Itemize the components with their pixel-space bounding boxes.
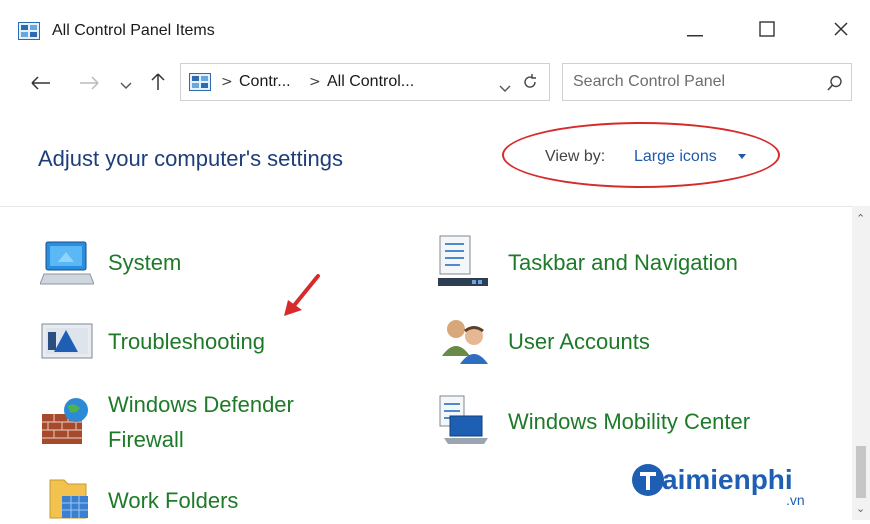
user-accounts-icon <box>438 316 492 370</box>
breadcrumb-all-items[interactable]: All Control... <box>327 73 414 91</box>
item-work-folders-label[interactable]: Work Folders <box>108 484 238 518</box>
item-system-label[interactable]: System <box>108 246 181 280</box>
firewall-icon <box>40 396 94 450</box>
annotation-arrow-icon <box>282 272 322 322</box>
dropdown-chevron-icon[interactable] <box>499 78 511 97</box>
system-icon <box>39 240 95 290</box>
title-bar: All Control Panel Items <box>0 0 870 60</box>
back-arrow-icon <box>31 75 51 94</box>
address-bar[interactable]: > Contr... > All Control... <box>180 63 550 101</box>
scroll-down-icon[interactable]: ⌄ <box>856 502 865 515</box>
breadcrumb-separator: > <box>309 74 321 90</box>
maximize-icon <box>759 21 775 41</box>
search-icon[interactable] <box>827 75 843 95</box>
refresh-icon[interactable] <box>521 73 539 95</box>
item-troubleshooting-label[interactable]: Troubleshooting <box>108 325 265 359</box>
item-mobility-center-label[interactable]: Windows Mobility Center <box>508 405 750 439</box>
mobility-center-icon <box>436 394 490 450</box>
breadcrumb-separator: > <box>221 74 233 90</box>
breadcrumb-control-panel[interactable]: Contr... <box>239 73 291 91</box>
minimize-button[interactable] <box>680 18 710 44</box>
highlight-ellipse <box>502 122 780 188</box>
taskbar-icon <box>436 234 490 292</box>
watermark-brand: aimienphi <box>662 464 793 495</box>
divider <box>0 206 852 207</box>
troubleshooting-icon <box>40 320 94 366</box>
item-taskbar-label[interactable]: Taskbar and Navigation <box>508 246 738 280</box>
item-user-accounts-label[interactable]: User Accounts <box>508 325 650 359</box>
forward-arrow-icon <box>79 75 99 94</box>
forward-button[interactable] <box>76 72 102 96</box>
scrollbar-thumb[interactable] <box>856 446 866 498</box>
control-panel-window: All Control Panel Items > Contr... > All… <box>0 0 870 520</box>
watermark-suffix: .vn <box>786 492 805 508</box>
up-button[interactable] <box>148 72 168 96</box>
work-folders-icon <box>46 474 92 524</box>
window-title: All Control Panel Items <box>52 22 215 39</box>
page-title: Adjust your computer's settings <box>38 146 344 171</box>
back-button[interactable] <box>28 72 54 96</box>
search-box[interactable]: Search Control Panel <box>562 63 852 101</box>
scroll-up-icon[interactable]: ⌃ <box>856 212 865 225</box>
control-panel-icon <box>18 22 40 40</box>
maximize-button[interactable] <box>752 18 782 44</box>
item-firewall-label-line1[interactable]: Windows Defender <box>108 388 294 422</box>
recent-locations-button[interactable] <box>116 72 136 96</box>
search-input[interactable]: Search Control Panel <box>573 73 725 91</box>
item-firewall-label-line2[interactable]: Firewall <box>108 423 184 457</box>
up-arrow-icon <box>151 73 165 95</box>
minimize-icon <box>687 22 703 41</box>
close-icon <box>833 21 849 41</box>
close-button[interactable] <box>826 18 856 44</box>
recent-dropdown-icon <box>120 75 132 94</box>
control-panel-icon <box>189 73 211 91</box>
vertical-scrollbar[interactable]: ⌃ ⌄ <box>852 206 870 520</box>
